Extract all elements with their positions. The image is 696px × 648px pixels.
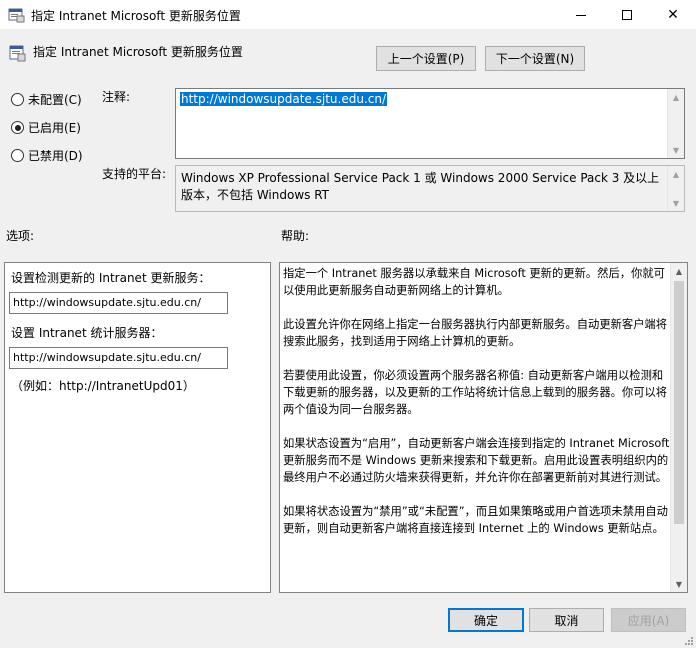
- maximize-button[interactable]: [604, 0, 650, 30]
- policy-title: 指定 Intranet Microsoft 更新服务位置: [33, 45, 243, 59]
- radio-circle[interactable]: [11, 93, 24, 106]
- resize-grip-icon[interactable]: [682, 634, 694, 646]
- previous-setting-button[interactable]: 上一个设置(P): [376, 46, 476, 71]
- next-setting-button[interactable]: 下一个设置(N): [485, 46, 585, 71]
- platform-scrollbar[interactable]: ▲ ▼: [667, 166, 684, 211]
- policy-app-icon: [8, 8, 25, 23]
- radio-label: 已启用(E): [28, 121, 81, 135]
- help-heading: 帮助:: [281, 229, 310, 243]
- comment-scrollbar[interactable]: ▲ ▼: [667, 89, 684, 158]
- maximize-icon: [622, 10, 632, 20]
- comment-textarea[interactable]: http://windowsupdate.sjtu.edu.cn/ ▲ ▼: [175, 88, 685, 159]
- comment-text: http://windowsupdate.sjtu.edu.cn/: [180, 92, 388, 106]
- scroll-up-icon[interactable]: ▲: [668, 89, 684, 105]
- platform-textbox: Windows XP Professional Service Pack 1 或…: [175, 165, 685, 212]
- cancel-button[interactable]: 取消: [529, 608, 604, 632]
- platform-label: 支持的平台:: [102, 167, 167, 181]
- radio-circle[interactable]: [11, 149, 24, 162]
- radio-enabled[interactable]: 已启用(E): [11, 119, 81, 136]
- window-title: 指定 Intranet Microsoft 更新服务位置: [31, 9, 241, 23]
- update-service-label: 设置检测更新的 Intranet 更新服务：: [11, 271, 211, 285]
- scroll-down-icon[interactable]: ▼: [668, 142, 684, 158]
- ok-button[interactable]: 确定: [448, 608, 524, 632]
- scroll-down-icon[interactable]: ▼: [671, 576, 687, 592]
- radio-label: 未配置(C): [28, 93, 82, 107]
- update-service-input[interactable]: http://windowsupdate.sjtu.edu.cn/: [9, 292, 228, 314]
- help-paragraph: 如果状态设置为“启用”，自动更新客户端会连接到指定的 Intranet Micr…: [283, 437, 670, 484]
- radio-disabled[interactable]: 已禁用(D): [11, 147, 83, 164]
- minimize-icon: [576, 14, 586, 16]
- help-text: 指定一个 Intranet 服务器以承载来自 Microsoft 更新的更新。然…: [283, 265, 671, 554]
- stats-server-input[interactable]: http://windowsupdate.sjtu.edu.cn/: [9, 347, 228, 369]
- help-scroll-thumb[interactable]: [674, 281, 684, 524]
- options-heading: 选项:: [6, 229, 35, 243]
- close-button[interactable]: ✕: [650, 0, 696, 30]
- help-paragraph: 如果将状态设置为“禁用”或“未配置”，而且如果策略或用户首选项未禁用自动更新，则…: [283, 505, 668, 535]
- help-paragraph: 若要使用此设置，你必须设置两个服务器名称值: 自动更新客户端用以检测和下载更新的…: [283, 369, 668, 416]
- apply-button[interactable]: 应用(A): [611, 608, 686, 632]
- stats-server-label: 设置 Intranet 统计服务器：: [11, 326, 163, 340]
- comment-label: 注释:: [102, 90, 131, 104]
- scroll-down-icon[interactable]: ▼: [668, 195, 684, 211]
- radio-circle-checked[interactable]: [11, 121, 24, 134]
- help-panel: 指定一个 Intranet 服务器以承载来自 Microsoft 更新的更新。然…: [279, 262, 688, 593]
- scroll-up-icon[interactable]: ▲: [671, 263, 687, 279]
- help-paragraph: 此设置允许你在网络上指定一台服务器执行内部更新服务。自动更新客户端将搜索此服务，…: [283, 318, 668, 348]
- options-panel: 设置检测更新的 Intranet 更新服务： http://windowsupd…: [4, 262, 271, 593]
- radio-label: 已禁用(D): [28, 149, 83, 163]
- title-bar: 指定 Intranet Microsoft 更新服务位置 ✕: [0, 0, 696, 30]
- example-text: （例如：http://IntranetUpd01）: [11, 379, 195, 393]
- help-scrollbar[interactable]: ▲ ▼: [670, 263, 687, 592]
- close-icon: ✕: [667, 7, 679, 23]
- radio-not-configured[interactable]: 未配置(C): [11, 91, 82, 108]
- help-paragraph: 指定一个 Intranet 服务器以承载来自 Microsoft 更新的更新。然…: [283, 267, 665, 297]
- scroll-up-icon[interactable]: ▲: [668, 166, 684, 182]
- policy-setting-icon: [9, 45, 26, 62]
- minimize-button[interactable]: [558, 0, 604, 30]
- platform-text: Windows XP Professional Service Pack 1 或…: [181, 171, 660, 202]
